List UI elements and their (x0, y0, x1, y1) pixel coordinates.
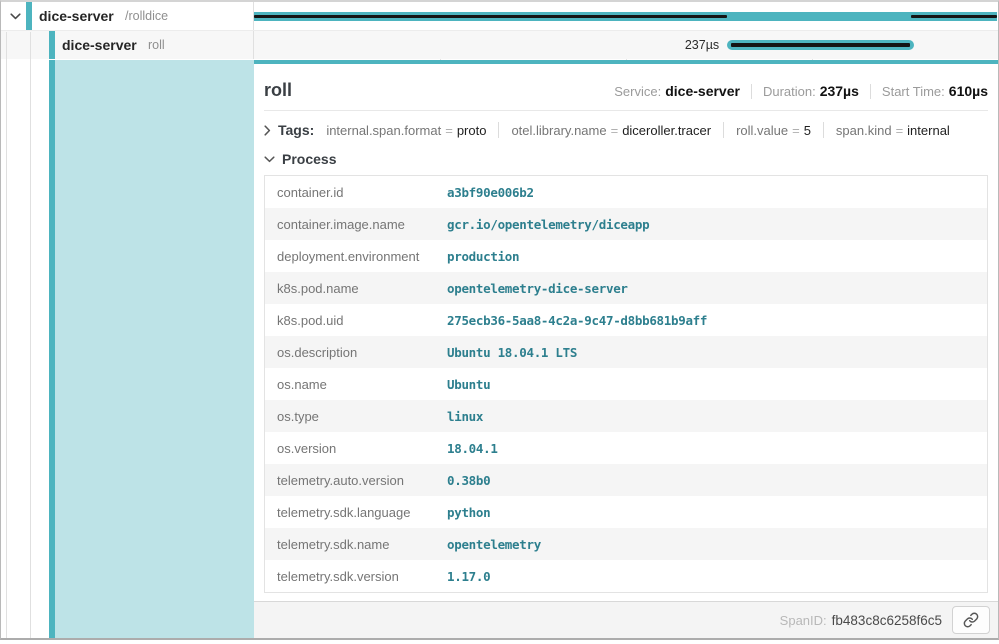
table-row: telemetry.sdk.nameopentelemetry (265, 528, 987, 560)
table-row: telemetry.sdk.version1.17.0 (265, 560, 987, 592)
tags-header-label: Tags: (278, 122, 314, 138)
vertical-divider (723, 122, 724, 138)
process-key-value-table: container.ida3bf90e006b2 container.image… (264, 175, 988, 593)
operation-name: roll (148, 38, 165, 52)
overview-item-start-time: Start Time:610µs (882, 83, 988, 99)
vertical-divider (870, 84, 871, 99)
table-row: container.ida3bf90e006b2 (265, 176, 987, 208)
jaeger-trace-detail-view: dice-server /rolldice dice-server roll 2… (0, 0, 999, 640)
tag-summary-item: roll.value=5 (736, 123, 811, 138)
table-row: os.nameUbuntu (265, 368, 987, 400)
process-header-label: Process (282, 151, 336, 167)
table-row: telemetry.sdk.languagepython (265, 496, 987, 528)
table-row: container.image.namegcr.io/opentelemetry… (265, 208, 987, 240)
span-detail-header: roll Service:dice-server Duration:237µs … (264, 80, 988, 101)
selected-span-highlight (55, 60, 254, 638)
deep-link-button[interactable] (952, 606, 990, 634)
bar-overlay-segment (911, 15, 997, 19)
table-row: os.descriptionUbuntu 18.04.1 LTS (265, 336, 987, 368)
selected-span-left-strip (1, 60, 254, 638)
span-color-accent (26, 2, 32, 30)
table-row: k8s.pod.uid275ecb36-5aa8-4c2a-9c47-d8bb6… (265, 304, 987, 336)
table-row: telemetry.auto.version0.38b0 (265, 464, 987, 496)
span-bar-area (254, 2, 998, 30)
vertical-divider (498, 122, 499, 138)
table-row: os.typelinux (265, 400, 987, 432)
span-detail-panel: roll Service:dice-server Duration:237µs … (254, 60, 998, 638)
header-divider (264, 110, 988, 111)
tags-accordion-header[interactable]: Tags: internal.span.format=proto otel.li… (264, 122, 988, 138)
process-accordion-header[interactable]: Process (264, 151, 988, 167)
vertical-divider (823, 122, 824, 138)
table-row: k8s.pod.nameopentelemetry-dice-server (265, 272, 987, 304)
tag-summary-item: otel.library.name=diceroller.tracer (511, 123, 711, 138)
chevron-right-icon (264, 125, 271, 136)
trace-timeline: dice-server /rolldice dice-server roll 2… (1, 2, 998, 60)
vertical-divider (751, 84, 752, 99)
span-id-label: SpanID: (780, 613, 827, 628)
span-bar-roll[interactable] (727, 40, 914, 50)
span-color-accent (49, 31, 55, 59)
link-icon (963, 612, 979, 628)
overview-item-duration: Duration:237µs (763, 83, 859, 99)
bar-overlay-segment (731, 43, 910, 47)
service-name[interactable]: dice-server (39, 8, 114, 24)
bar-overlay-segment (254, 15, 727, 19)
span-name-column[interactable]: dice-server /rolldice (1, 2, 254, 30)
detail-row-body: roll Service:dice-server Duration:237µs … (1, 60, 998, 638)
span-bar-area: 237µs (254, 31, 998, 59)
collapse-chevron-down-icon[interactable] (8, 9, 22, 23)
span-duration-label: 237µs (254, 31, 719, 59)
span-detail-title: roll (264, 80, 292, 101)
span-row-rolldice[interactable]: dice-server /rolldice (1, 2, 998, 31)
table-row: deployment.environmentproduction (265, 240, 987, 272)
span-color-accent (49, 60, 55, 638)
span-id-value: fb483c8c6258f6c5 (832, 613, 942, 628)
screenshot-root: dice-server /rolldice dice-server roll 2… (0, 0, 999, 644)
span-name-column[interactable]: dice-server roll (1, 31, 254, 59)
chevron-down-icon (264, 156, 275, 163)
span-detail-footer: SpanID: fb483c8c6258f6c5 (254, 601, 998, 638)
tag-summary-item: internal.span.format=proto (326, 123, 486, 138)
tag-summary-item: span.kind=internal (836, 123, 950, 138)
span-bar-rolldice[interactable] (254, 12, 997, 21)
operation-name: /rolldice (125, 9, 168, 23)
span-overview: Service:dice-server Duration:237µs Start… (614, 83, 988, 99)
service-name[interactable]: dice-server (62, 37, 137, 53)
overview-item-service: Service:dice-server (614, 83, 740, 99)
table-row: os.version18.04.1 (265, 432, 987, 464)
span-row-roll-selected[interactable]: dice-server roll 237µs (1, 31, 998, 59)
